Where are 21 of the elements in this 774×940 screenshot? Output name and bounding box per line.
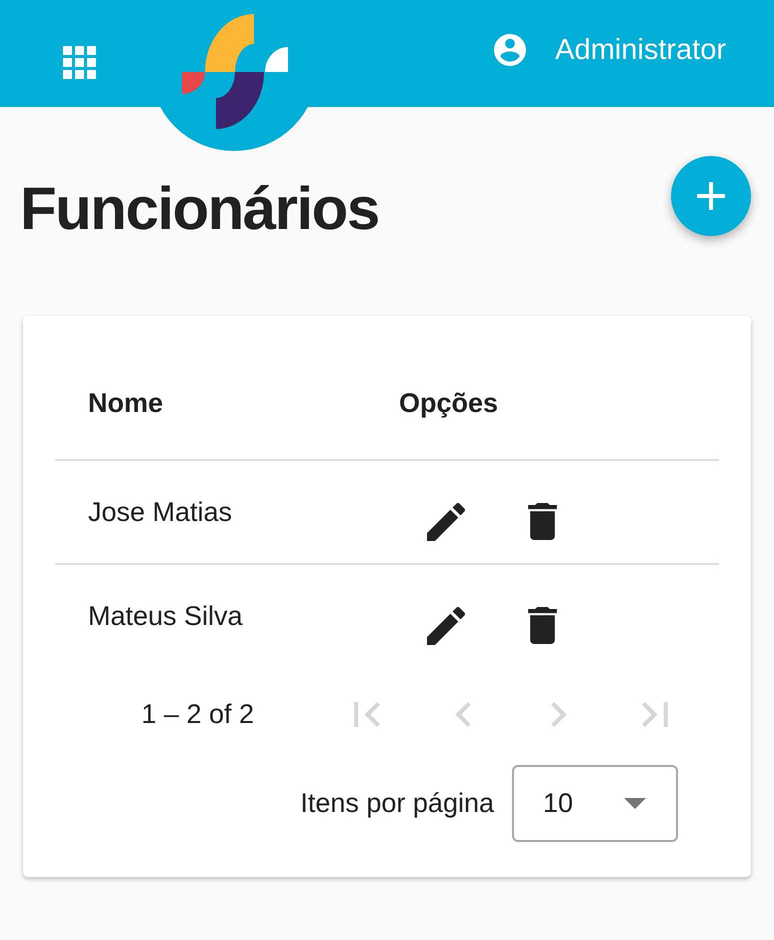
range-label: 1 – 2 of 2 bbox=[141, 698, 254, 730]
trash-icon bbox=[528, 503, 557, 540]
table-cell-text: Mateus Silva bbox=[87, 600, 244, 632]
last-page-icon bbox=[642, 702, 668, 726]
chevron-left-icon bbox=[455, 702, 471, 726]
first-page-icon bbox=[354, 702, 380, 726]
trash-icon bbox=[528, 607, 557, 644]
page-size-label: Itens por página bbox=[300, 788, 494, 819]
page-title: Funcionários bbox=[20, 179, 379, 239]
pencil-icon bbox=[427, 503, 465, 541]
add-icon bbox=[697, 182, 725, 210]
table-cell-text: Jose Matias bbox=[87, 496, 234, 528]
column-header: Nome bbox=[87, 388, 164, 419]
chevron-right-icon bbox=[551, 702, 567, 726]
pencil-icon bbox=[427, 607, 465, 645]
add-button[interactable] bbox=[671, 156, 751, 236]
apps-grid-icon[interactable] bbox=[63, 46, 96, 79]
column-header: Opções bbox=[398, 388, 498, 419]
page-size-select[interactable]: 10 bbox=[512, 765, 678, 842]
account-icon bbox=[494, 34, 526, 66]
caret-icon bbox=[624, 798, 646, 809]
